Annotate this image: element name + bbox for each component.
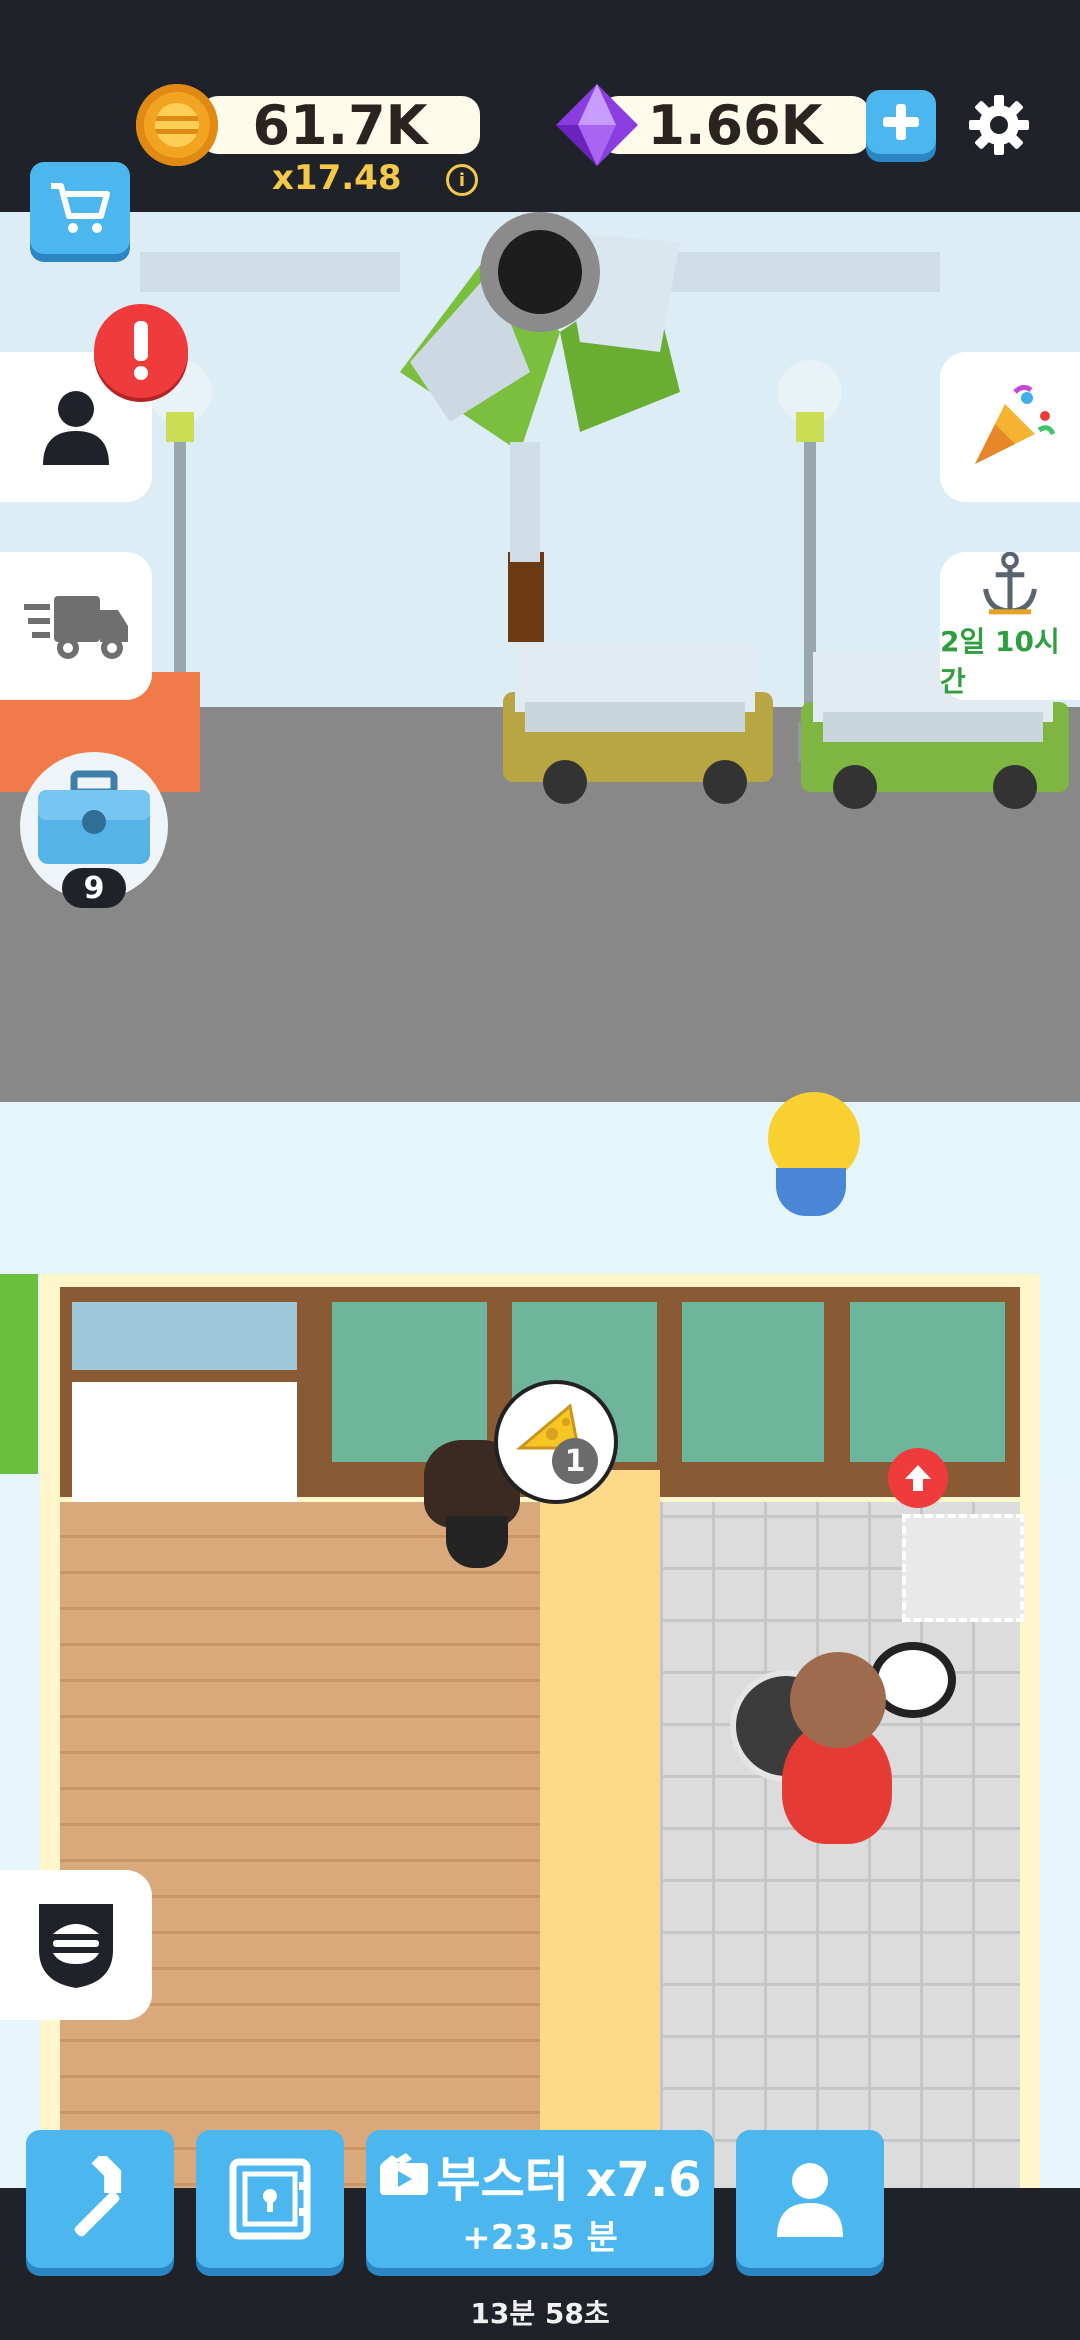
wall-plant: [0, 1274, 38, 1474]
shop-button[interactable]: [30, 162, 130, 254]
party-popper-icon: [975, 384, 1055, 464]
tree: [400, 212, 680, 642]
gear-icon[interactable]: [966, 92, 1032, 158]
exclamation-icon: [134, 321, 148, 380]
coin-counter: 61.7K: [200, 93, 480, 157]
gem-value: 1.66K: [647, 93, 823, 157]
menu-badge-button[interactable]: [0, 1870, 152, 2020]
player-character[interactable]: [790, 1652, 886, 1748]
window-pane: [332, 1302, 487, 1462]
game-scene[interactable]: 9 2일 10시간 1: [0, 212, 1080, 2212]
person-icon: [777, 2163, 843, 2237]
yellow-car: [503, 642, 773, 804]
order-count: 1: [552, 1438, 598, 1484]
booster-label: 부스터 x7.6: [436, 2151, 702, 2208]
hammer-icon: [74, 2156, 122, 2237]
delivery-button[interactable]: [0, 552, 152, 700]
coin-icon: [136, 84, 218, 166]
video-icon: [380, 2152, 429, 2195]
income-multiplier: x17.48: [272, 158, 402, 198]
top-bar: 61.7K x17.48 i 1.66K: [0, 0, 1080, 212]
wood-floor: [60, 1502, 540, 2212]
event-button[interactable]: [940, 352, 1080, 502]
fence: [140, 252, 400, 292]
harbor-timer: 2일 10시간: [940, 625, 1060, 698]
session-timer: 13분 58초: [470, 2297, 610, 2330]
safe-icon: [229, 2158, 311, 2240]
worker-body: [446, 1516, 508, 1568]
chest-count: 9: [62, 868, 126, 908]
customer-body: [776, 1168, 846, 1216]
arrow-up-icon: [905, 1465, 931, 1491]
counter: [540, 1470, 660, 2212]
staff-button[interactable]: [736, 2130, 884, 2268]
order-bubble[interactable]: 1: [494, 1380, 618, 1504]
info-icon[interactable]: i: [446, 164, 478, 196]
burger-shield-icon: [39, 1904, 113, 1988]
booster-time: +23.5 분: [462, 2217, 618, 2258]
truck-icon: [24, 596, 128, 659]
window-opening: [72, 1382, 297, 1502]
chest-button[interactable]: 9: [20, 752, 168, 908]
toolbox-icon: [38, 770, 150, 864]
person-icon: [43, 391, 109, 465]
booster-button[interactable]: 부스터 x7.6 +23.5 분: [366, 2130, 714, 2268]
anchor-icon: [983, 552, 1037, 615]
coin-value: 61.7K: [252, 93, 428, 157]
build-button[interactable]: [26, 2130, 174, 2268]
gem-icon: [556, 84, 638, 166]
window-pane: [850, 1302, 1005, 1462]
placement-slot[interactable]: [902, 1514, 1024, 1622]
window-pane: [72, 1302, 297, 1370]
cart-icon: [51, 183, 110, 233]
upgrade-arrow-button[interactable]: [888, 1448, 948, 1508]
alert-badge[interactable]: [94, 304, 188, 398]
plus-icon: [883, 104, 919, 140]
window-pane: [682, 1302, 824, 1462]
safe-button[interactable]: [196, 2130, 344, 2268]
harbor-button[interactable]: 2일 10시간: [940, 552, 1080, 700]
add-gems-button[interactable]: [866, 90, 936, 154]
